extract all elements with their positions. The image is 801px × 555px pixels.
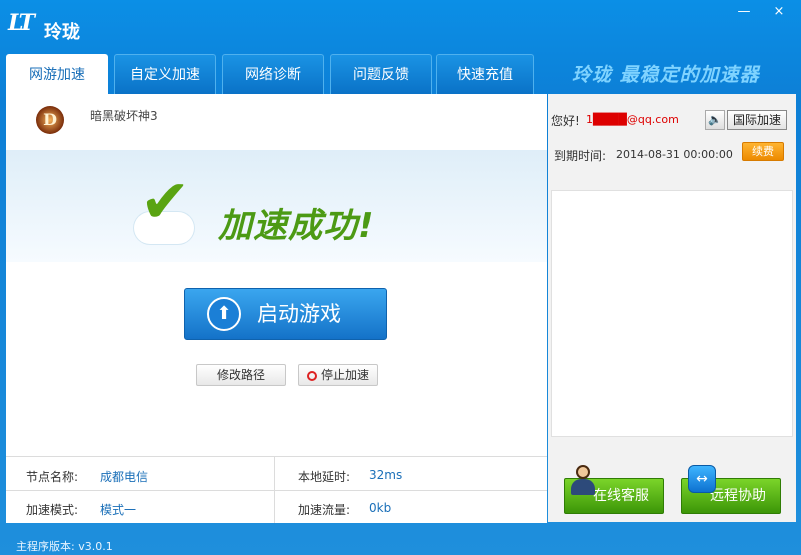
app-title: 玲珑 <box>44 22 80 43</box>
customer-service-icon <box>569 465 597 501</box>
mode-label: 加速模式: <box>26 503 79 517</box>
stats-divider-horizontal <box>6 490 547 491</box>
success-message: 加速成功! <box>218 206 375 246</box>
user-email: 1████@qq.com <box>586 113 679 126</box>
greeting-label: 您好! <box>551 114 580 128</box>
remote-assist-label: 远程协助 <box>710 488 766 504</box>
tab-game-accelerate[interactable]: 网游加速 <box>6 54 108 94</box>
online-service-button[interactable]: 在线客服 <box>564 465 664 514</box>
international-accelerate-button[interactable]: 国际加速 <box>727 110 787 130</box>
success-banner: ✔ 加速成功! <box>6 150 547 262</box>
slogan: 玲珑 最稳定的加速器 <box>572 64 760 86</box>
tab-feedback[interactable]: 问题反馈 <box>330 54 432 94</box>
close-button[interactable]: × <box>768 4 790 20</box>
speaker-icon[interactable]: 🔈 <box>705 110 725 130</box>
mode-value: 模式一 <box>100 503 137 517</box>
account-panel: 您好! 1████@qq.com 🔈 国际加速 到期时间: 2014-08-31… <box>548 94 796 522</box>
stop-accelerate-button[interactable]: 停止加速 <box>298 364 378 386</box>
remote-assist-icon: ↔ <box>686 465 716 501</box>
ad-area <box>551 190 793 437</box>
title-bar[interactable]: LT 玲珑 — × <box>0 0 801 54</box>
expiry-label: 到期时间: <box>554 149 607 163</box>
checkmark-icon: ✔ <box>140 167 191 237</box>
start-game-label: 启动游戏 <box>257 302 341 326</box>
selected-game-row[interactable]: D 暗黑破坏神3 <box>6 94 547 151</box>
node-value: 成都电信 <box>100 470 149 484</box>
modify-path-button[interactable]: 修改路径 <box>196 364 286 386</box>
minimize-button[interactable]: — <box>733 4 755 20</box>
accelerate-panel: D 暗黑破坏神3 ✔ 加速成功! ⬆ 启动游戏 修改路径 停止加速 节点名称: … <box>6 94 547 523</box>
game-name: 暗黑破坏神3 <box>90 109 158 123</box>
status-bar: 主程序版本: v3.0.1 <box>0 532 801 555</box>
diablo-game-icon: D <box>36 106 64 134</box>
stop-icon <box>306 371 317 381</box>
latency-value: 32ms <box>369 468 403 482</box>
renew-button[interactable]: 续费 <box>742 142 784 161</box>
arrow-up-icon: ⬆ <box>207 297 241 331</box>
expiry-value: 2014-08-31 00:00:00 <box>616 148 733 161</box>
online-service-label: 在线客服 <box>593 488 649 504</box>
tab-custom-accelerate[interactable]: 自定义加速 <box>114 54 216 94</box>
tab-network-diagnosis[interactable]: 网络诊断 <box>222 54 324 94</box>
traffic-value: 0kb <box>369 501 392 515</box>
latency-label: 本地延时: <box>298 470 351 484</box>
version-label: 主程序版本: v3.0.1 <box>16 540 113 553</box>
user-info: 您好! 1████@qq.com 🔈 国际加速 到期时间: 2014-08-31… <box>548 94 796 186</box>
app-window: LT 玲珑 — × 玲珑 最稳定的加速器 网游加速 自定义加速 网络诊断 问题反… <box>0 0 801 555</box>
stop-accelerate-label: 停止加速 <box>320 368 369 382</box>
app-logo: LT <box>8 10 35 36</box>
traffic-label: 加速流量: <box>298 503 351 517</box>
remote-assist-button[interactable]: ↔ 远程协助 <box>681 465 781 514</box>
node-label: 节点名称: <box>26 470 79 484</box>
tab-quick-recharge[interactable]: 快速充值 <box>436 54 534 94</box>
start-game-button[interactable]: ⬆ 启动游戏 <box>184 288 387 340</box>
connection-stats: 节点名称: 成都电信 本地延时: 32ms 加速模式: 模式一 加速流量: 0k… <box>6 456 547 523</box>
